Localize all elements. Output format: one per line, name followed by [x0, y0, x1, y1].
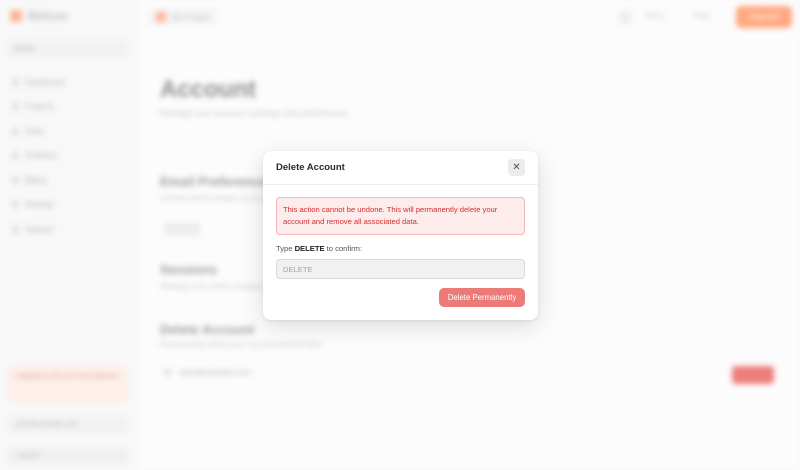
close-button[interactable]: ✕	[508, 159, 525, 176]
confirm-keyword: DELETE	[294, 244, 325, 253]
close-icon: ✕	[512, 161, 521, 173]
delete-account-dialog: Delete Account ✕ This action cannot be u…	[263, 151, 538, 320]
dialog-body: This action cannot be undone. This will …	[263, 185, 538, 279]
confirm-input[interactable]	[276, 259, 525, 279]
delete-permanently-button[interactable]: Delete Permanently	[439, 288, 525, 307]
confirm-label: Type DELETE to confirm:	[276, 244, 363, 253]
dialog-title: Delete Account	[276, 162, 345, 173]
warning-message: This action cannot be undone. This will …	[276, 197, 525, 235]
dialog-header: Delete Account ✕	[263, 151, 538, 185]
